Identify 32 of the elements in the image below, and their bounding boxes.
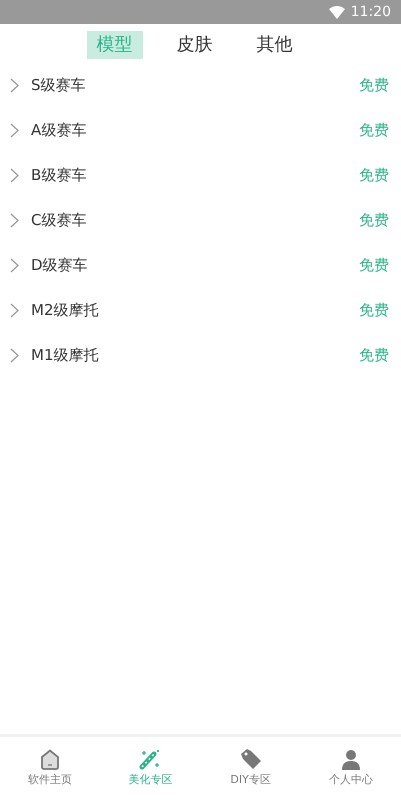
- person-icon: [340, 748, 361, 770]
- tab[interactable]: 其他: [246, 31, 302, 59]
- chevron-icon: [10, 348, 19, 363]
- list-item[interactable]: B级赛车 免费: [0, 153, 401, 198]
- price-label: 免费: [359, 255, 389, 276]
- magic-wand-icon: [139, 748, 162, 770]
- price-label: 免费: [359, 300, 389, 322]
- tag-icon: [238, 748, 263, 770]
- price-label: 免费: [359, 210, 389, 232]
- nav-tab[interactable]: 个人中心: [300, 737, 401, 800]
- price-label: 免费: [359, 75, 389, 96]
- price-label: 免费: [359, 345, 389, 366]
- home-icon: [40, 748, 60, 770]
- list-item[interactable]: M2级摩托 免费: [0, 288, 401, 333]
- list-item[interactable]: A级赛车 免费: [0, 108, 401, 153]
- nav-tab[interactable]: 软件主页: [0, 737, 100, 800]
- chevron-icon: [10, 123, 19, 138]
- chevron-icon: [10, 258, 19, 273]
- price-label: 免费: [359, 165, 389, 186]
- tab[interactable]: 皮肤: [166, 31, 222, 59]
- status-time: 11:20: [350, 2, 391, 22]
- chevron-icon: [10, 213, 19, 228]
- nav-tab[interactable]: DIY专区: [200, 737, 301, 800]
- chevron-icon: [10, 168, 19, 183]
- chevron-icon: [10, 303, 19, 318]
- list-item[interactable]: C级赛车 免费: [0, 198, 401, 243]
- list-item[interactable]: D级赛车 免费: [0, 243, 401, 288]
- list-item[interactable]: S级赛车 免费: [0, 63, 401, 108]
- wifi-icon: [328, 6, 345, 18]
- chevron-icon: [10, 78, 19, 93]
- list-item[interactable]: M1级摩托 免费: [0, 333, 401, 378]
- price-label: 免费: [359, 120, 389, 142]
